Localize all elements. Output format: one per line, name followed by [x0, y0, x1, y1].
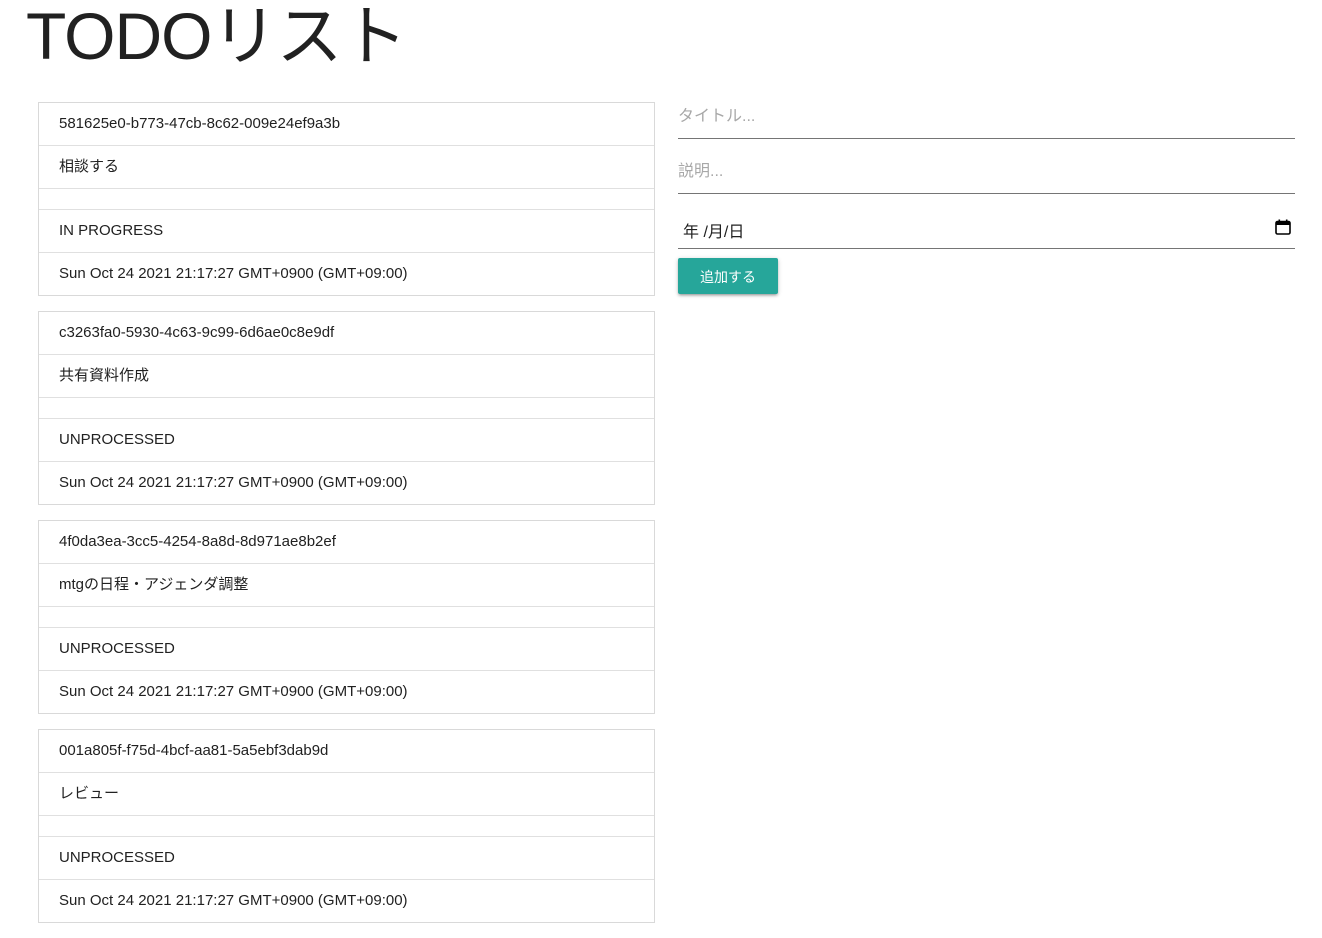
todo-card: 001a805f-f75d-4bcf-aa81-5a5ebf3dab9d レビュ… — [38, 729, 655, 923]
todo-title: mtgの日程・アジェンダ調整 — [39, 564, 654, 607]
todo-id: 4f0da3ea-3cc5-4254-8a8d-8d971ae8b2ef — [39, 521, 654, 564]
date-value: 年 /月/日 — [683, 224, 745, 241]
todo-title: 相談する — [39, 146, 654, 189]
todo-id: c3263fa0-5930-4c63-9c99-6d6ae0c8e9df — [39, 312, 654, 355]
add-todo-form: 年 /月/日 追加する — [678, 98, 1295, 294]
todo-id: 001a805f-f75d-4bcf-aa81-5a5ebf3dab9d — [39, 730, 654, 773]
todo-title: 共有資料作成 — [39, 355, 654, 398]
date-input[interactable]: 年 /月/日 — [678, 208, 1295, 249]
todo-date: Sun Oct 24 2021 21:17:27 GMT+0900 (GMT+0… — [59, 683, 408, 700]
todo-description — [39, 816, 654, 837]
todo-card: 4f0da3ea-3cc5-4254-8a8d-8d971ae8b2ef mtg… — [38, 520, 655, 714]
todo-date: Sun Oct 24 2021 21:17:27 GMT+0900 (GMT+0… — [59, 474, 408, 491]
description-input[interactable] — [678, 153, 1295, 191]
todo-id: 581625e0-b773-47cb-8c62-009e24ef9a3b — [39, 103, 654, 146]
todo-description — [39, 398, 654, 419]
title-input[interactable] — [678, 98, 1295, 136]
description-field-wrapper — [678, 153, 1295, 194]
title-field-wrapper — [678, 98, 1295, 139]
todo-card: 581625e0-b773-47cb-8c62-009e24ef9a3b 相談す… — [38, 102, 655, 296]
todo-status: UNPROCESSED — [39, 837, 654, 880]
todo-title: レビュー — [39, 773, 654, 816]
todo-status: IN PROGRESS — [39, 210, 654, 253]
todo-list: 581625e0-b773-47cb-8c62-009e24ef9a3b 相談す… — [38, 102, 655, 938]
todo-date: Sun Oct 24 2021 21:17:27 GMT+0900 (GMT+0… — [59, 892, 408, 909]
page-title: TODOリスト — [26, 0, 407, 73]
todo-description — [39, 607, 654, 628]
todo-card: c3263fa0-5930-4c63-9c99-6d6ae0c8e9df 共有資… — [38, 311, 655, 505]
todo-status: UNPROCESSED — [39, 628, 654, 671]
todo-status: UNPROCESSED — [39, 419, 654, 462]
add-button[interactable]: 追加する — [678, 258, 778, 294]
todo-description — [39, 189, 654, 210]
todo-date: Sun Oct 24 2021 21:17:27 GMT+0900 (GMT+0… — [59, 265, 408, 282]
calendar-icon[interactable] — [1275, 219, 1291, 235]
